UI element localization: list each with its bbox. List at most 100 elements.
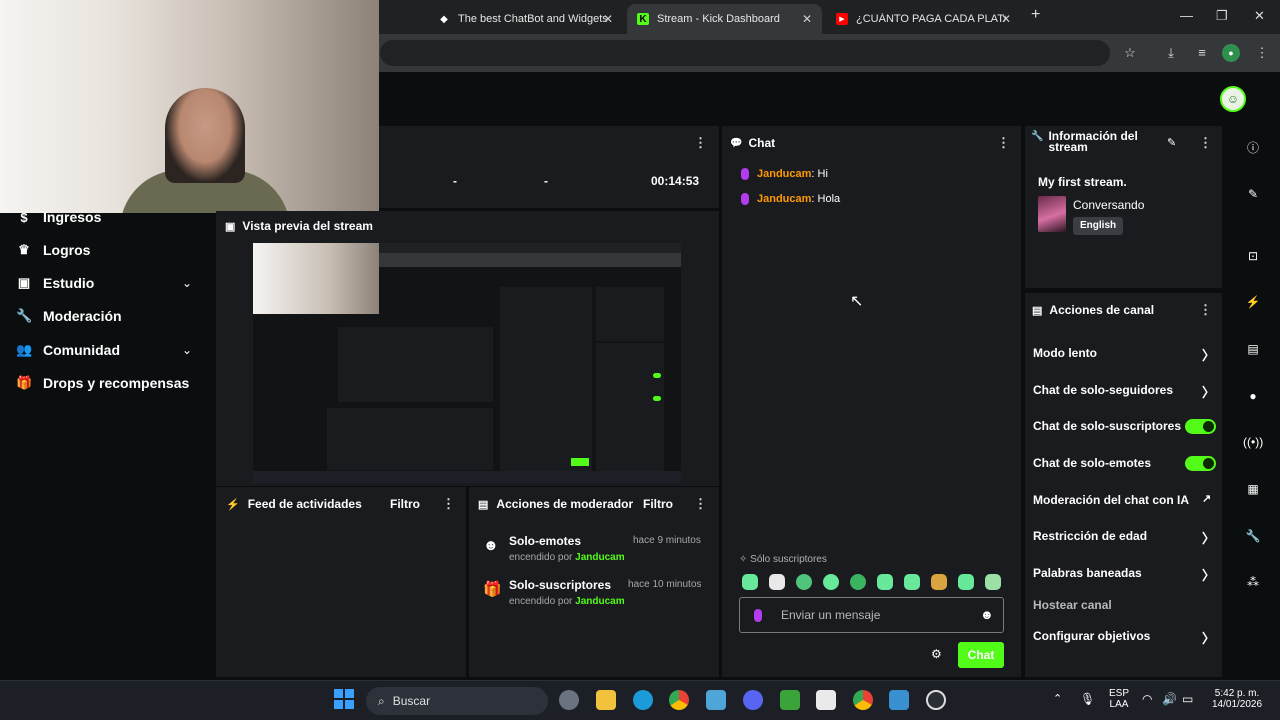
moderator-filter-button[interactable]: Filtro <box>643 497 673 511</box>
tab-botrix[interactable]: ◆ The best ChatBot and Widgets ✕ <box>428 4 623 34</box>
chevron-down-icon[interactable]: ⌄ <box>182 276 192 290</box>
sidebar-item-logros[interactable]: ♛ Logros <box>16 242 90 258</box>
store-icon[interactable] <box>816 690 836 710</box>
chevron-right-icon[interactable]: 〉 <box>1202 528 1215 547</box>
info-icon[interactable]: ⓘ <box>1243 138 1263 158</box>
edit-pencil-icon[interactable]: ✎ <box>1243 184 1263 204</box>
obs-icon[interactable] <box>926 690 946 710</box>
chat-username[interactable]: Janducam <box>757 193 811 205</box>
emote-button[interactable] <box>796 574 812 590</box>
new-tab-button[interactable]: + <box>1031 6 1040 24</box>
battery-icon[interactable]: ▭ <box>1182 692 1193 706</box>
chrome-profile-icon[interactable] <box>853 690 873 710</box>
edge-browser-icon[interactable] <box>633 690 653 710</box>
layout-icon[interactable]: ▦ <box>1243 479 1263 499</box>
mod-action-user[interactable]: Janducam <box>575 552 624 563</box>
tray-chevron-up-icon[interactable]: ⌃ <box>1053 692 1062 705</box>
microphone-icon[interactable]: 🎙 <box>1080 692 1095 706</box>
chat-username[interactable]: Janducam <box>757 168 811 180</box>
taskbar-search[interactable]: ⌕ Buscar <box>366 687 548 715</box>
sidebar-item-drops[interactable]: 🎁 Drops y recompensas <box>16 375 189 391</box>
stream-preview-video[interactable] <box>253 243 681 483</box>
chevron-right-icon[interactable]: 〉 <box>1202 565 1215 584</box>
taskbar-clock[interactable]: 5:42 p. m. 14/01/2026 <box>1212 688 1262 710</box>
emote-button[interactable] <box>742 574 758 590</box>
wrench-icon[interactable]: 🔧 <box>1243 526 1263 546</box>
moderator-menu-icon[interactable]: ⋮ <box>694 496 707 512</box>
minimize-button[interactable]: — <box>1180 8 1193 23</box>
stream-info-menu-icon[interactable]: ⋮ <box>1199 135 1212 151</box>
people-icon: 👥 <box>16 342 33 357</box>
emote-button[interactable] <box>850 574 866 590</box>
profile-avatar[interactable]: ● <box>1222 44 1240 62</box>
subscribers-only-toggle[interactable] <box>1185 419 1216 434</box>
file-explorer-icon[interactable] <box>596 690 616 710</box>
user-avatar[interactable]: ☺ <box>1220 86 1246 112</box>
emote-button[interactable] <box>931 574 947 590</box>
star-icon[interactable]: ☆ <box>1121 44 1139 62</box>
action-host-channel[interactable]: Hostear canal <box>1033 598 1112 612</box>
emote-button[interactable] <box>985 574 1001 590</box>
media-control-icon[interactable]: ≡ <box>1193 44 1211 62</box>
emote-button[interactable] <box>769 574 785 590</box>
windows-start-icon[interactable] <box>334 689 354 709</box>
chat-input[interactable]: Enviar un mensaje ☻ <box>739 597 1004 633</box>
close-tab-icon[interactable]: ✕ <box>1001 12 1011 26</box>
sidebar-item-ingresos[interactable]: $ Ingresos <box>16 209 101 225</box>
chat-menu-icon[interactable]: ⋮ <box>997 135 1010 151</box>
share-nodes-icon[interactable]: ⁂ <box>1243 572 1263 592</box>
feed-filter-button[interactable]: Filtro <box>390 497 420 511</box>
broadcast-icon[interactable]: ((•)) <box>1243 432 1263 452</box>
chat-settings-gear-icon[interactable]: ⚙ <box>931 647 942 661</box>
emoji-picker-icon[interactable]: ☻ <box>980 607 994 622</box>
emote-button[interactable] <box>904 574 920 590</box>
close-window-button[interactable]: ✕ <box>1254 8 1265 24</box>
emote-button[interactable] <box>958 574 974 590</box>
stats-menu-icon[interactable]: ⋮ <box>694 135 707 151</box>
feed-menu-icon[interactable]: ⋮ <box>442 496 455 512</box>
mod-action-user[interactable]: Janducam <box>575 596 624 607</box>
tab-youtube[interactable]: ▶ ¿CUÁNTO PAGA CADA PLATAF ✕ <box>826 4 1021 34</box>
action-slow-mode[interactable]: Modo lento <box>1033 346 1097 360</box>
sidebar-item-moderacion[interactable]: 🔧 Moderación <box>16 308 122 324</box>
channel-actions-menu-icon[interactable]: ⋮ <box>1199 302 1212 318</box>
minecraft-icon[interactable] <box>780 690 800 710</box>
chrome-icon[interactable] <box>669 690 689 710</box>
browser-menu-icon[interactable]: ⋮ <box>1253 44 1271 62</box>
sidebar-item-comunidad[interactable]: 👥 Comunidad <box>16 342 120 358</box>
emote-smiley-icon: ☻ <box>483 537 499 554</box>
action-banned-words[interactable]: Palabras baneadas <box>1033 566 1142 580</box>
external-link-icon[interactable]: ↗ <box>1202 492 1211 505</box>
chat-send-button[interactable]: Chat <box>958 642 1004 668</box>
remote-desktop-icon[interactable] <box>889 690 909 710</box>
close-tab-icon[interactable]: ✕ <box>802 12 812 26</box>
action-age-restriction[interactable]: Restricción de edad <box>1033 529 1147 543</box>
close-tab-icon[interactable]: ✕ <box>603 12 613 26</box>
language-indicator[interactable]: ESP LAA <box>1109 688 1129 710</box>
tab-kick-dashboard[interactable]: K Stream - Kick Dashboard ✕ <box>627 4 822 34</box>
screen-tool-icon[interactable] <box>706 690 726 710</box>
chevron-down-icon[interactable]: ⌄ <box>182 343 192 357</box>
emote-button[interactable] <box>877 574 893 590</box>
discord-icon[interactable] <box>743 690 763 710</box>
address-bar[interactable] <box>380 40 1110 66</box>
edit-pencil-icon[interactable]: ✎ <box>1167 136 1176 149</box>
action-followers-only[interactable]: Chat de solo-seguidores <box>1033 383 1173 397</box>
maximize-button[interactable]: ❐ <box>1216 8 1228 24</box>
chat-bubble-icon[interactable]: ● <box>1243 386 1263 406</box>
chevron-right-icon[interactable]: 〉 <box>1202 628 1215 647</box>
emote-button[interactable] <box>823 574 839 590</box>
chevron-right-icon[interactable]: 〉 <box>1202 382 1215 401</box>
volume-icon[interactable]: 🔊 <box>1162 692 1177 706</box>
screen-capture-icon[interactable]: ⊡ <box>1243 246 1263 266</box>
chevron-right-icon[interactable]: 〉 <box>1202 345 1215 364</box>
action-ai-moderation[interactable]: Moderación del chat con IA <box>1033 493 1189 507</box>
settings-gear-icon[interactable] <box>559 690 579 710</box>
lightning-icon[interactable]: ⚡ <box>1243 292 1263 312</box>
action-set-goals[interactable]: Configurar objetivos <box>1033 629 1150 643</box>
wifi-icon[interactable]: ◠ <box>1142 692 1152 706</box>
emotes-only-toggle[interactable] <box>1185 456 1216 471</box>
document-icon[interactable]: ▤ <box>1243 339 1263 359</box>
sidebar-item-estudio[interactable]: ▣ Estudio <box>16 275 95 291</box>
download-icon[interactable]: ⤓ <box>1162 44 1180 62</box>
